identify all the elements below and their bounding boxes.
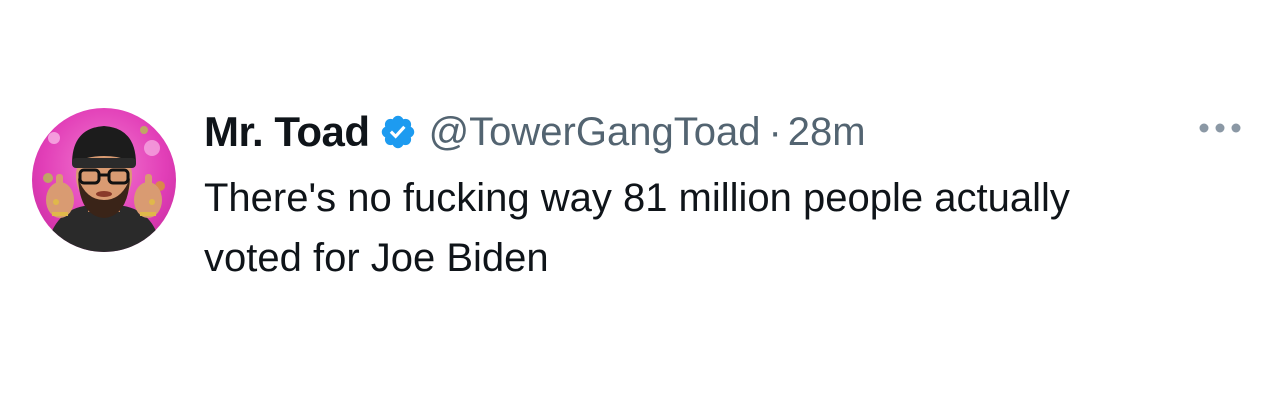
tweet-text: There's no fucking way 81 million people… <box>204 176 1070 280</box>
separator-dot: · <box>768 109 782 154</box>
tweet-header: Mr. Toad @TowerGangToad · 28m <box>204 104 866 160</box>
avatar-image <box>32 108 176 252</box>
timestamp[interactable]: 28m <box>788 110 866 155</box>
user-handle[interactable]: @TowerGangToad <box>429 110 761 155</box>
display-name[interactable]: Mr. Toad <box>204 108 370 156</box>
tweet[interactable]: Mr. Toad @TowerGangToad · 28m There's no… <box>0 0 1279 402</box>
more-options-icon[interactable] <box>1196 116 1244 140</box>
avatar[interactable] <box>32 108 176 252</box>
verified-check-icon[interactable] <box>379 113 417 151</box>
